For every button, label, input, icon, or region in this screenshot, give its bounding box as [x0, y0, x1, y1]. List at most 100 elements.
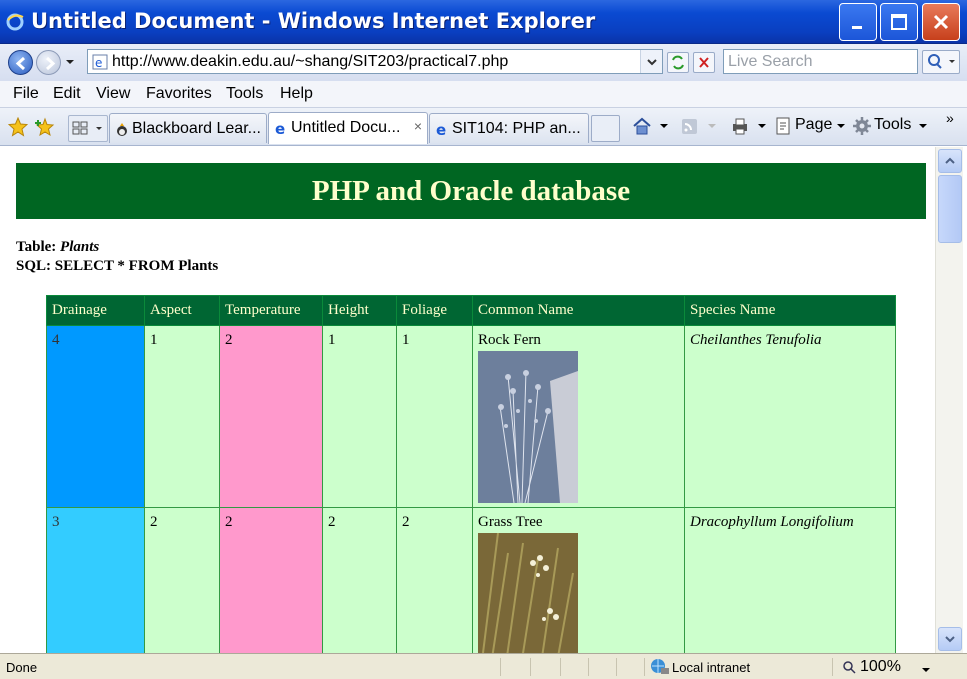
menu-tools[interactable]: Tools [226, 85, 263, 103]
page-icon: e [92, 54, 108, 70]
common-name: Grass Tree [478, 514, 543, 530]
tools-menu-button[interactable]: Tools [874, 116, 911, 138]
menu-help[interactable]: Help [280, 85, 313, 103]
status-divider [616, 658, 617, 676]
search-icon [928, 54, 955, 69]
status-text: Done [6, 660, 38, 675]
feeds-icon[interactable] [680, 116, 700, 136]
print-dropdown-icon[interactable] [758, 124, 766, 128]
add-favorites-icon[interactable] [35, 117, 55, 137]
address-field[interactable]: e http://www.deakin.edu.au/~shang/SIT203… [87, 49, 663, 74]
gear-icon [853, 117, 871, 135]
recent-pages-dropdown-icon[interactable] [64, 56, 76, 68]
temperature-value: 2 [225, 332, 233, 348]
address-bar-row: e http://www.deakin.edu.au/~shang/SIT203… [0, 44, 967, 81]
home-icon[interactable] [632, 116, 652, 136]
more-commands-chevron-icon[interactable]: » [946, 110, 954, 132]
local-intranet-icon [651, 659, 669, 674]
zoom-dropdown-icon[interactable] [922, 668, 930, 672]
menu-view[interactable]: View [96, 85, 130, 103]
page-menu-button[interactable]: Page [795, 116, 832, 138]
tab-blackboard[interactable]: Blackboard Lear... [109, 113, 267, 143]
scroll-thumb[interactable] [938, 175, 962, 243]
scroll-up-button[interactable] [938, 149, 962, 173]
drainage-cell: 3 [46, 507, 145, 653]
tab-close-icon[interactable]: × [414, 118, 422, 134]
status-divider [560, 658, 561, 676]
url-text[interactable]: http://www.deakin.edu.au/~shang/SIT203/p… [112, 53, 508, 71]
stop-button[interactable] [693, 52, 715, 73]
svg-text:e: e [436, 121, 446, 137]
menu-favorites[interactable]: Favorites [146, 85, 212, 103]
back-arrow-icon [15, 56, 26, 71]
page-dropdown-icon[interactable] [837, 124, 845, 128]
blackboard-icon [117, 123, 127, 136]
svg-text:e: e [275, 120, 285, 136]
grass-tree-photo [478, 533, 578, 653]
quick-tabs-button[interactable] [68, 115, 108, 142]
maximize-button[interactable] [880, 3, 918, 41]
menu-file[interactable]: File [13, 85, 39, 103]
back-button[interactable] [8, 50, 33, 75]
address-dropdown-button[interactable] [640, 50, 662, 73]
menu-bar: File Edit View Favorites Tools Help [0, 81, 967, 108]
status-divider [588, 658, 589, 676]
temperature-cell: 2 [219, 325, 323, 508]
search-input[interactable] [724, 50, 914, 73]
drainage-cell: 4 [46, 325, 145, 508]
page-menu-icon [776, 117, 790, 135]
close-button[interactable] [922, 3, 960, 41]
search-box[interactable] [723, 49, 918, 74]
status-divider [644, 658, 645, 676]
tab-label: Untitled Docu... [291, 119, 401, 136]
ie-page-icon: e [275, 120, 285, 136]
table-row: 4 1 2 1 1 Rock Fern Cheilanthes Tenufoli… [46, 325, 896, 508]
tab-untitled-document[interactable]: e Untitled Docu... × [268, 112, 428, 144]
new-tab-button[interactable] [591, 115, 620, 142]
chevron-down-icon [945, 636, 955, 643]
search-button[interactable] [922, 50, 960, 74]
table-label: Table: Plants [16, 239, 99, 256]
security-zone[interactable]: Local intranet [672, 660, 750, 675]
maximize-icon [891, 14, 907, 30]
scroll-down-button[interactable] [938, 627, 962, 651]
status-divider [530, 658, 531, 676]
header-drainage: Drainage [46, 295, 145, 326]
vertical-scrollbar[interactable] [935, 147, 963, 653]
table-label-prefix: Table: [16, 239, 57, 255]
aspect-cell: 2 [144, 507, 220, 653]
drainage-value: 3 [52, 514, 60, 530]
tools-dropdown-icon[interactable] [919, 124, 927, 128]
window-title: Untitled Document - Windows Internet Exp… [31, 9, 596, 33]
minimize-button[interactable] [839, 3, 877, 41]
forward-arrow-icon [45, 56, 56, 71]
foliage-cell: 2 [396, 507, 473, 653]
header-common-name: Common Name [472, 295, 685, 326]
header-species-name: Species Name [684, 295, 896, 326]
height-cell: 2 [322, 507, 397, 653]
status-divider [500, 658, 501, 676]
zoom-icon [843, 661, 856, 674]
forward-button[interactable] [36, 50, 61, 75]
print-icon[interactable] [730, 116, 750, 136]
species-name-cell: Dracophyllum Longifolium [684, 507, 896, 653]
foliage-cell: 1 [396, 325, 473, 508]
height-cell: 1 [322, 325, 397, 508]
temperature-cell: 2 [219, 507, 323, 653]
zoom-level[interactable]: 100% [860, 658, 901, 676]
page-heading: PHP and Oracle database [16, 163, 926, 219]
sql-statement: SQL: SELECT * FROM Plants [16, 258, 219, 274]
header-height: Height [322, 295, 397, 326]
feeds-dropdown-icon[interactable] [708, 124, 716, 128]
tab-sit104[interactable]: e SIT104: PHP an... [429, 113, 589, 143]
refresh-icon [672, 55, 684, 70]
species-name-cell: Cheilanthes Tenufolia [684, 325, 896, 508]
rock-fern-photo [478, 351, 578, 503]
stop-icon [699, 57, 709, 68]
table-header-row: Drainage Aspect Temperature Height Folia… [46, 295, 896, 326]
table-row: 3 2 2 2 2 Grass Tree Dracophyllum Longif… [46, 507, 896, 653]
menu-edit[interactable]: Edit [53, 85, 81, 103]
refresh-button[interactable] [667, 52, 689, 73]
home-dropdown-icon[interactable] [660, 124, 668, 128]
favorites-star-icon[interactable] [8, 117, 28, 137]
